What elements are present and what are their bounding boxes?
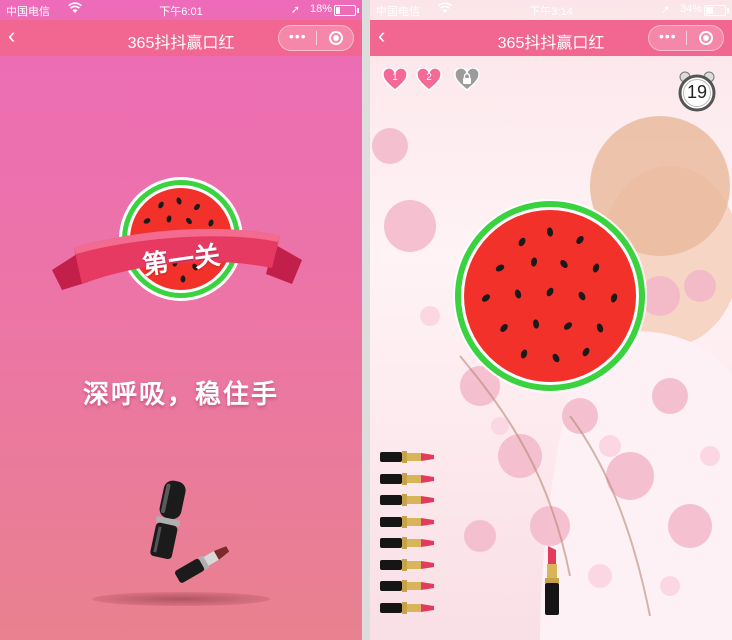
battery-icon — [704, 5, 729, 16]
remaining-lipstick — [380, 558, 436, 572]
mini-program-capsule: ••• — [648, 25, 724, 51]
clock: 下午3:14 — [529, 6, 573, 18]
timer-value: 19 — [686, 82, 708, 102]
battery-percent: 34% — [679, 3, 702, 15]
remaining-lipstick — [380, 472, 436, 486]
remaining-lipsticks — [380, 450, 436, 622]
level-intro-screen: 中国电信 下午6:01 ➚ 18% ‹ 365抖抖赢口红 ••• 第一关 深呼吸… — [0, 0, 362, 640]
stage-heart-label: 1 — [392, 72, 398, 83]
active-lipstick[interactable] — [542, 546, 562, 616]
status-bar: 中国电信 下午6:01 ➚ 18% — [0, 0, 362, 20]
mini-program-capsule: ••• — [278, 25, 354, 51]
countdown-timer: 19 — [676, 70, 718, 112]
location-icon: ➚ — [660, 4, 670, 16]
remaining-lipstick — [380, 579, 436, 593]
remaining-lipstick — [380, 493, 436, 507]
capsule-divider — [316, 31, 317, 45]
stage-heart-1: 1 — [382, 67, 408, 92]
status-bar: 中国电信 下午3:14 ➚ 34% — [370, 0, 732, 20]
nav-bar: ‹ 365抖抖赢口红 ••• — [0, 20, 362, 56]
remaining-lipstick — [380, 601, 436, 615]
remaining-lipstick — [380, 536, 436, 550]
stage-heart-label: 2 — [426, 72, 432, 83]
remaining-lipstick — [380, 515, 436, 529]
lipstick-pair-image — [150, 480, 230, 583]
remaining-lipstick — [380, 450, 436, 464]
clock: 下午6:01 — [159, 6, 203, 18]
close-target-icon[interactable] — [699, 31, 713, 45]
stage-heart-2: 2 — [416, 67, 442, 92]
more-dots-icon[interactable]: ••• — [659, 28, 677, 44]
nav-bar: ‹ 365抖抖赢口红 ••• — [370, 20, 732, 56]
hint-text: 深呼吸，稳住手 — [82, 379, 279, 409]
capsule-divider — [686, 31, 687, 45]
location-icon: ➚ — [290, 4, 300, 16]
more-dots-icon[interactable]: ••• — [289, 28, 307, 44]
stage-heart-locked — [454, 67, 480, 92]
battery-percent: 18% — [309, 3, 332, 15]
battery-icon — [334, 5, 359, 16]
lock-icon — [454, 67, 480, 91]
game-screen: 中国电信 下午3:14 ➚ 34% ‹ 365抖抖赢口红 ••• 1 2 19 — [370, 0, 732, 640]
close-target-icon[interactable] — [329, 31, 343, 45]
lipstick-shadow — [92, 592, 270, 606]
watermelon-target[interactable] — [452, 198, 648, 394]
